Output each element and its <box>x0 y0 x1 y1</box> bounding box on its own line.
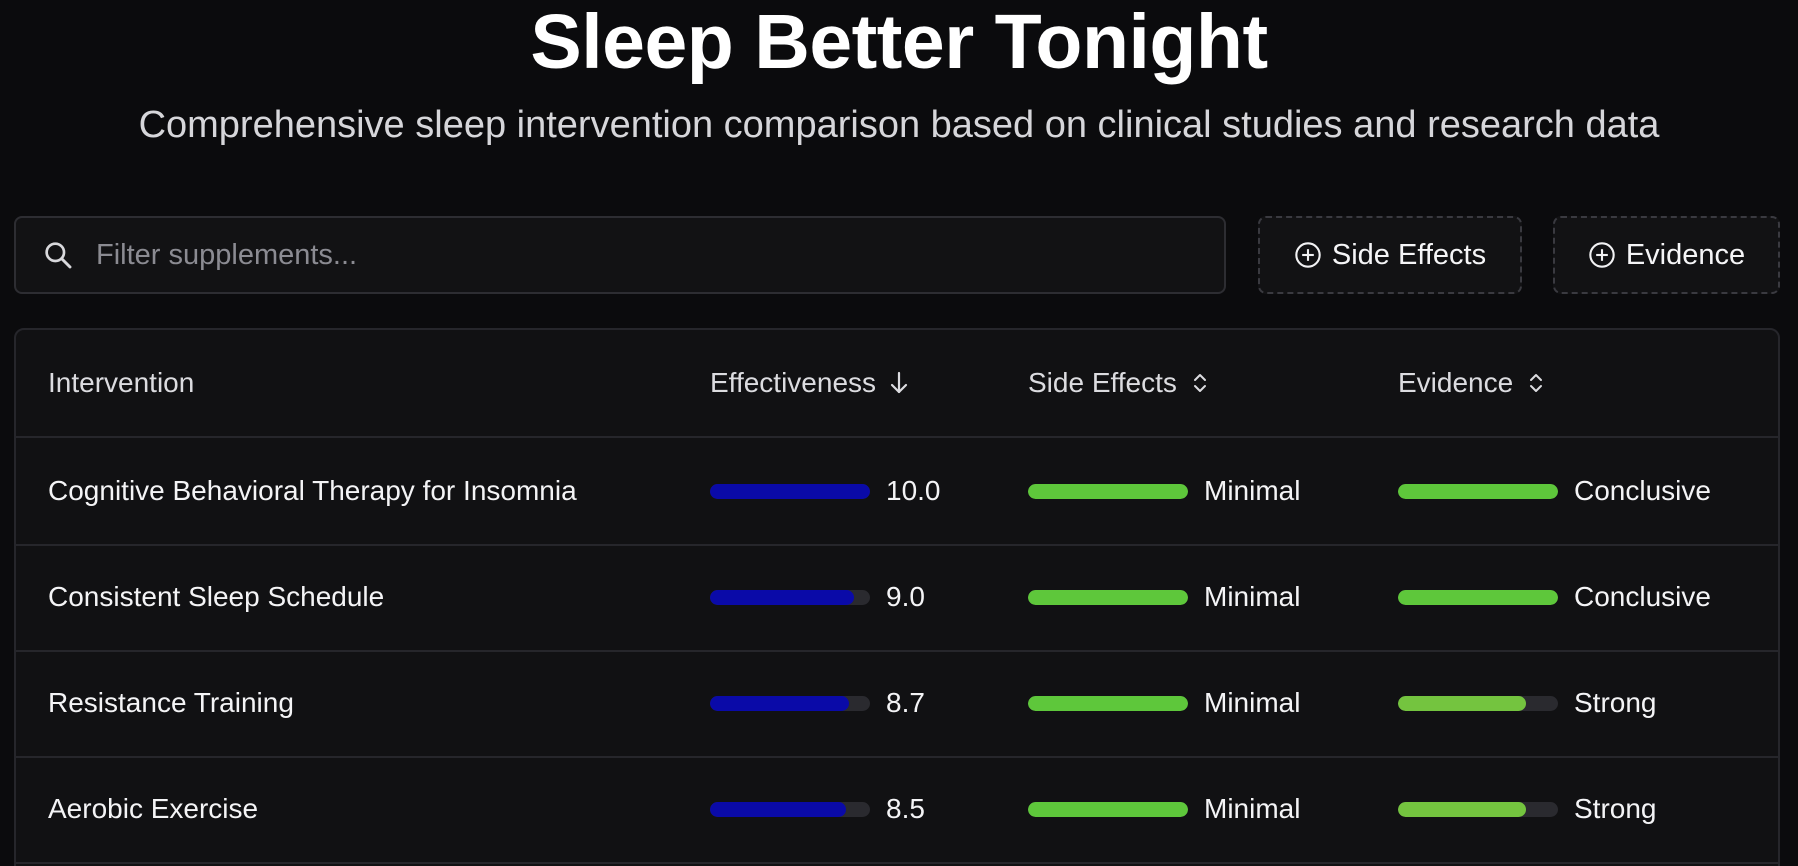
intervention-name: Resistance Training <box>48 687 294 718</box>
chevrons-up-down-icon <box>1530 374 1543 392</box>
evidence-cell: Conclusive <box>1398 544 1711 650</box>
page-subtitle: Comprehensive sleep intervention compari… <box>138 104 1660 146</box>
effectiveness-cell: 8.7 <box>710 650 925 756</box>
evidence-cell: Strong <box>1398 756 1657 862</box>
effectiveness-cell: 9.0 <box>710 544 925 650</box>
plus-circle-icon <box>1295 242 1321 268</box>
search-box[interactable] <box>14 216 1226 294</box>
table-row[interactable]: Resistance Training 8.7 Minimal Strong <box>16 650 1778 758</box>
page: Sleep Better Tonight Comprehensive sleep… <box>0 0 1798 866</box>
evidence-filter-button[interactable]: Evidence <box>1553 216 1780 294</box>
table-row[interactable]: Cognitive Behavioral Therapy for Insomni… <box>16 438 1778 546</box>
effectiveness-value: 8.7 <box>886 687 925 718</box>
effectiveness-value: 8.5 <box>886 793 925 824</box>
search-icon <box>45 242 72 269</box>
side-effects-bar-fill <box>1028 589 1188 605</box>
evidence-value: Strong <box>1574 687 1657 718</box>
chevrons-up-down-icon <box>1193 374 1206 392</box>
column-header-label: Evidence <box>1398 367 1514 398</box>
page-title: Sleep Better Tonight <box>530 0 1268 85</box>
side-effects-bar <box>1028 801 1188 817</box>
side-effects-bar-fill <box>1028 695 1188 711</box>
intervention-name: Aerobic Exercise <box>48 793 259 824</box>
effectiveness-bar <box>710 695 870 711</box>
column-header-label: Intervention <box>48 367 195 398</box>
effectiveness-bar-fill <box>710 483 870 499</box>
arrow-down-icon <box>890 371 908 394</box>
evidence-bar-fill <box>1398 483 1558 499</box>
side-effects-cell: Minimal <box>1028 544 1300 650</box>
evidence-bar <box>1398 695 1558 711</box>
table-row[interactable]: Consistent Sleep Schedule 9.0 Minimal Co… <box>16 544 1778 652</box>
effectiveness-bar-fill <box>710 589 854 605</box>
side-effects-bar-fill <box>1028 483 1188 499</box>
side-effects-filter-button[interactable]: Side Effects <box>1258 216 1522 294</box>
effectiveness-bar-fill <box>710 801 846 817</box>
search-input[interactable] <box>96 218 1224 292</box>
evidence-cell: Strong <box>1398 650 1657 756</box>
intervention-name: Consistent Sleep Schedule <box>48 581 385 612</box>
effectiveness-bar-fill <box>710 695 850 711</box>
column-header-label: Side Effects <box>1028 367 1177 398</box>
interventions-table: Intervention Effectiveness Side Effects … <box>14 328 1780 866</box>
effectiveness-cell: 10.0 <box>710 438 941 544</box>
column-header-effectiveness[interactable]: Effectiveness <box>710 330 910 436</box>
evidence-value: Strong <box>1574 793 1657 824</box>
effectiveness-bar <box>710 801 870 817</box>
evidence-filter-label: Evidence <box>1625 238 1746 271</box>
evidence-value: Conclusive <box>1574 581 1711 612</box>
side-effects-filter-label: Side Effects <box>1331 238 1487 271</box>
side-effects-value: Minimal <box>1204 793 1301 824</box>
evidence-cell: Conclusive <box>1398 438 1711 544</box>
table-header: Intervention Effectiveness Side Effects … <box>16 330 1778 438</box>
evidence-bar-fill <box>1398 801 1526 817</box>
column-header-evidence[interactable]: Evidence <box>1398 330 1547 436</box>
evidence-value: Conclusive <box>1574 475 1711 506</box>
effectiveness-cell: 8.5 <box>710 756 925 862</box>
effectiveness-bar <box>710 483 870 499</box>
side-effects-bar-fill <box>1028 801 1188 817</box>
side-effects-bar <box>1028 483 1188 499</box>
effectiveness-value: 10.0 <box>886 475 941 506</box>
evidence-bar <box>1398 483 1558 499</box>
evidence-bar <box>1398 589 1558 605</box>
column-header-intervention[interactable]: Intervention <box>48 330 194 436</box>
side-effects-bar <box>1028 589 1188 605</box>
intervention-name: Cognitive Behavioral Therapy for Insomni… <box>48 475 577 506</box>
side-effects-value: Minimal <box>1204 581 1301 612</box>
side-effects-cell: Minimal <box>1028 650 1300 756</box>
plus-circle-icon <box>1589 242 1615 268</box>
table-row[interactable]: Aerobic Exercise 8.5 Minimal Strong <box>16 756 1778 864</box>
side-effects-value: Minimal <box>1204 475 1301 506</box>
side-effects-cell: Minimal <box>1028 438 1300 544</box>
side-effects-value: Minimal <box>1204 687 1301 718</box>
side-effects-bar <box>1028 695 1188 711</box>
evidence-bar <box>1398 801 1558 817</box>
effectiveness-bar <box>710 589 870 605</box>
column-header-side-effects[interactable]: Side Effects <box>1028 330 1211 436</box>
evidence-bar-fill <box>1398 695 1526 711</box>
effectiveness-value: 9.0 <box>886 581 925 612</box>
side-effects-cell: Minimal <box>1028 756 1300 862</box>
column-header-label: Effectiveness <box>710 367 877 398</box>
evidence-bar-fill <box>1398 589 1558 605</box>
